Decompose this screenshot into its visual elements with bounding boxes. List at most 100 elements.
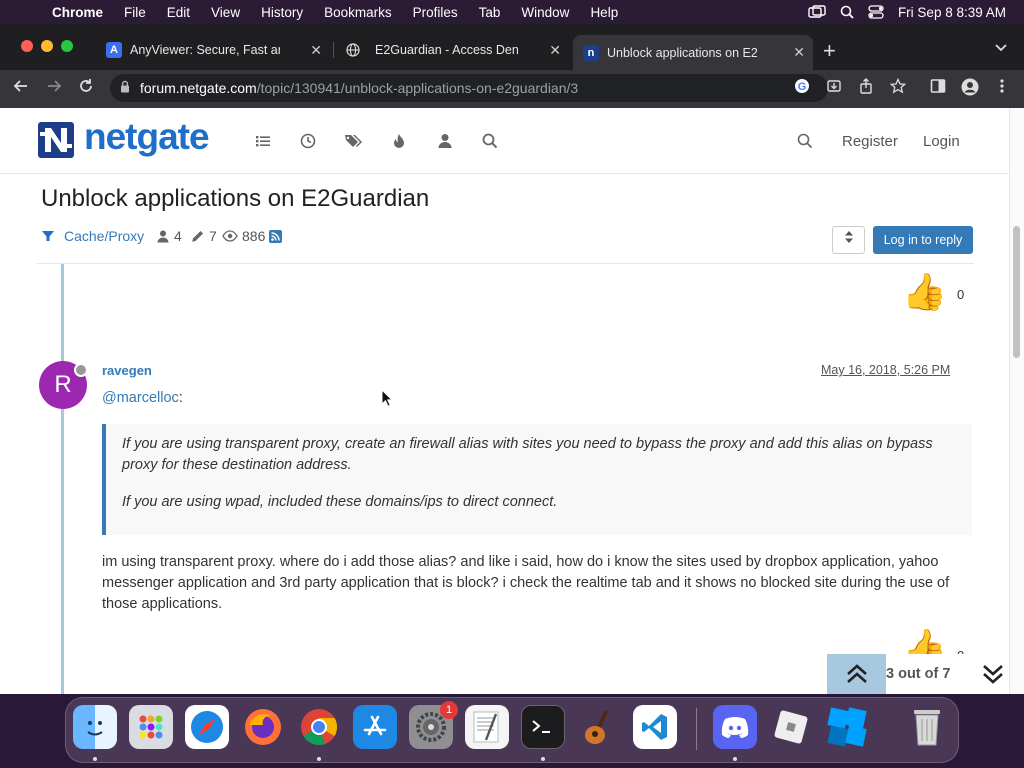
posts-value: 7	[209, 228, 217, 244]
topic-category[interactable]: Cache/Proxy	[42, 228, 144, 244]
close-tab-icon[interactable]: ✕	[793, 44, 805, 61]
tab-anyviewer[interactable]: A AnyViewer: Secure, Fast and E ✕	[98, 35, 330, 65]
tab-separator	[333, 42, 334, 58]
sort-button[interactable]	[832, 226, 865, 254]
log-in-to-reply-button[interactable]: Log in to reply	[873, 226, 973, 254]
upvote-thumb-icon[interactable]: 👍	[902, 272, 947, 312]
post-timestamp[interactable]: May 16, 2018, 5:26 PM	[821, 363, 950, 377]
safari-icon[interactable]	[185, 705, 229, 749]
trash-icon[interactable]	[905, 705, 949, 749]
close-tab-icon[interactable]: ✕	[549, 42, 561, 59]
bookmark-star-icon[interactable]	[888, 77, 908, 99]
globe-icon	[345, 42, 361, 58]
eye-icon	[222, 230, 238, 242]
header-search-icon[interactable]	[796, 133, 814, 151]
profile-icon[interactable]	[960, 78, 980, 101]
vscode-icon[interactable]	[633, 705, 677, 749]
search-icon[interactable]	[481, 133, 499, 151]
scrollbar-thumb[interactable]	[1013, 226, 1020, 358]
menu-bar: Chrome File Edit View History Bookmarks …	[0, 0, 1024, 24]
tab-title: AnyViewer: Secure, Fast and E	[130, 43, 280, 57]
app-store-icon[interactable]	[353, 705, 397, 749]
post-username[interactable]: ravegen	[102, 363, 152, 378]
recent-clock-icon[interactable]	[299, 133, 317, 151]
offline-status-dot	[74, 363, 88, 377]
pager-position[interactable]: 3 out of 7	[886, 654, 976, 694]
screen-mirror-icon[interactable]	[808, 5, 826, 19]
menu-bookmarks[interactable]: Bookmarks	[324, 5, 392, 20]
mention-colon: :	[178, 390, 183, 406]
discord-icon[interactable]	[713, 705, 757, 749]
back-icon[interactable]	[11, 78, 31, 99]
menu-profiles[interactable]: Profiles	[413, 5, 458, 20]
register-link[interactable]: Register	[842, 133, 898, 150]
header-divider	[36, 263, 974, 264]
tab-unblock-applications[interactable]: n Unblock applications on E2Gua ✕	[573, 35, 813, 70]
roblox-icon[interactable]	[769, 705, 813, 749]
quote-paragraph: If you are using transparent proxy, crea…	[122, 436, 933, 473]
finder-icon[interactable]	[73, 705, 117, 749]
login-link[interactable]: Login	[923, 133, 960, 150]
roblox-studio-icon[interactable]	[825, 705, 869, 749]
topic-title: Unblock applications on E2Guardian	[41, 185, 430, 212]
tab-e2guardian[interactable]: E2Guardian - Access Denied ✕	[337, 35, 569, 65]
spotlight-icon[interactable]	[840, 5, 854, 19]
new-tab-icon[interactable]: +	[823, 38, 836, 64]
running-indicator	[541, 757, 545, 761]
tags-icon[interactable]	[344, 133, 362, 151]
rss-icon[interactable]	[269, 230, 282, 248]
tab-title: Unblock applications on E2Gua	[607, 45, 757, 60]
url-host: forum.netgate.com	[140, 80, 257, 96]
menu-app-name[interactable]: Chrome	[52, 5, 103, 20]
install-app-icon[interactable]	[824, 78, 844, 99]
running-indicator	[733, 757, 737, 761]
control-center-icon[interactable]	[868, 5, 884, 19]
terminal-icon[interactable]	[521, 705, 565, 749]
lock-icon[interactable]	[120, 80, 130, 96]
launchpad-icon[interactable]	[129, 705, 173, 749]
menu-history[interactable]: History	[261, 5, 303, 20]
chrome-icon[interactable]	[297, 705, 341, 749]
mention-link[interactable]: @marcelloc	[102, 390, 179, 406]
minimize-window-button[interactable]	[41, 40, 53, 52]
close-window-button[interactable]	[21, 40, 33, 52]
menu-file[interactable]: File	[124, 5, 146, 20]
menu-help[interactable]: Help	[590, 5, 618, 20]
share-icon[interactable]	[856, 78, 876, 99]
double-chevron-up-icon	[846, 664, 867, 683]
netgate-logo-text[interactable]: netgate	[84, 116, 210, 158]
reload-icon[interactable]	[76, 78, 96, 99]
views-count: 886	[222, 228, 265, 244]
categories-icon[interactable]	[254, 133, 272, 151]
posters-value: 4	[174, 228, 182, 244]
google-icon[interactable]: G	[792, 78, 812, 99]
double-chevron-down-icon	[982, 665, 1003, 684]
menu-tab[interactable]: Tab	[479, 5, 501, 20]
netgate-logo-mark[interactable]	[38, 122, 74, 158]
more-menu-icon[interactable]	[992, 78, 1012, 99]
url-path: /topic/130941/unblock-applications-on-e2…	[256, 80, 579, 96]
menu-view[interactable]: View	[211, 5, 240, 20]
pager-down-button[interactable]	[976, 654, 1009, 694]
close-tab-icon[interactable]: ✕	[310, 42, 322, 59]
garageband-icon[interactable]	[577, 705, 621, 749]
forward-icon[interactable]	[44, 78, 64, 99]
menubar-clock[interactable]: Fri Sep 8 8:39 AM	[898, 5, 1006, 20]
menu-window[interactable]: Window	[521, 5, 569, 20]
address-bar[interactable]: forum.netgate.com/topic/130941/unblock-a…	[110, 74, 828, 102]
vote-count: 0	[957, 287, 965, 302]
sort-icon	[844, 231, 853, 243]
users-icon[interactable]	[436, 133, 454, 151]
popular-fire-icon[interactable]	[390, 133, 408, 151]
firefox-icon[interactable]	[241, 705, 285, 749]
side-panel-icon[interactable]	[928, 78, 948, 99]
page-scrollbar[interactable]	[1009, 108, 1024, 694]
textedit-icon[interactable]	[465, 705, 509, 749]
pager-up-button[interactable]	[827, 654, 886, 694]
tab-search-chevron-icon[interactable]	[994, 42, 1008, 56]
web-page: netgate Register Login Unblock applicati…	[0, 108, 1009, 694]
posters-count: 4	[157, 228, 182, 244]
menu-edit[interactable]: Edit	[167, 5, 190, 20]
running-indicator	[93, 757, 97, 761]
zoom-window-button[interactable]	[61, 40, 73, 52]
